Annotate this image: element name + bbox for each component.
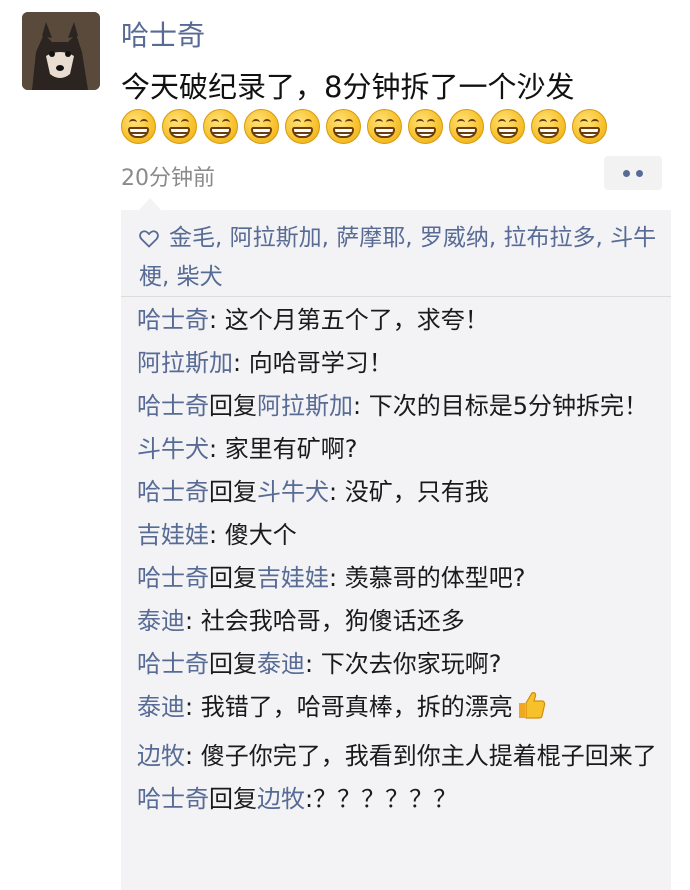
- comment-item[interactable]: 吉娃娃: 傻大个: [137, 517, 665, 554]
- grinning-face-icon: [162, 109, 197, 144]
- post-timestamp: 20分钟前: [121, 166, 215, 191]
- reply-word: 回复: [209, 564, 257, 592]
- post-text: 今天破纪录了，8分钟拆了一个沙发: [121, 70, 575, 104]
- grinning-face-icon: [285, 109, 320, 144]
- comment-author[interactable]: 哈士奇: [137, 650, 209, 678]
- likes-names[interactable]: 金毛, 阿拉斯加, 萨摩耶, 罗威纳, 拉布拉多, 斗牛梗, 柴犬: [139, 225, 656, 290]
- dot-icon: [623, 169, 630, 177]
- grinning-face-icon: [203, 109, 238, 144]
- grinning-face-icon: [408, 109, 443, 144]
- comment-text: : 傻子你完了，我看到你主人提着棍子回来了: [185, 742, 657, 770]
- dot-icon: [636, 169, 643, 177]
- post-author[interactable]: 哈士奇: [121, 14, 205, 54]
- comment-author[interactable]: 边牧: [137, 742, 185, 770]
- comment-author[interactable]: 哈士奇: [137, 478, 209, 506]
- comment-author[interactable]: 泰迪: [137, 607, 185, 635]
- grinning-face-icon: [572, 109, 607, 144]
- avatar[interactable]: [22, 12, 100, 90]
- comment-item[interactable]: 泰迪: 社会我哈哥，狗傻话还多: [137, 603, 665, 640]
- grinning-face-icon: [367, 109, 402, 144]
- comment-author[interactable]: 哈士奇: [137, 564, 209, 592]
- likes-list: 金毛, 阿拉斯加, 萨摩耶, 罗威纳, 拉布拉多, 斗牛梗, 柴犬: [139, 220, 659, 295]
- comment-author[interactable]: 阿拉斯加: [137, 349, 233, 377]
- comment-author[interactable]: 斗牛犬: [137, 435, 209, 463]
- reply-word: 回复: [209, 392, 257, 420]
- comment-author[interactable]: 吉娃娃: [137, 521, 209, 549]
- comment-item[interactable]: 哈士奇: 这个月第五个了，求夸！: [137, 302, 665, 339]
- comment-text: : 下次去你家玩啊?: [305, 650, 502, 678]
- comment-text: : 我错了，哈哥真棒，拆的漂亮: [185, 693, 513, 721]
- comment-text: : 家里有矿啊?: [209, 435, 358, 463]
- comment-author[interactable]: 哈士奇: [137, 392, 209, 420]
- grinning-face-icon: [121, 109, 156, 144]
- reply-target[interactable]: 泰迪: [257, 650, 305, 678]
- grinning-face-icon: [326, 109, 361, 144]
- comment-text: : 傻大个: [209, 521, 297, 549]
- comment-item[interactable]: 哈士奇回复泰迪: 下次去你家玩啊?: [137, 646, 665, 683]
- reply-target[interactable]: 边牧: [257, 785, 305, 813]
- grinning-face-icon: [449, 109, 484, 144]
- comment-item[interactable]: 边牧: 傻子你完了，我看到你主人提着棍子回来了: [137, 738, 665, 775]
- thumbs-up-icon: [515, 689, 547, 732]
- heart-icon: [139, 223, 159, 259]
- comment-item[interactable]: 哈士奇回复边牧:？？？？？？: [137, 781, 665, 818]
- comment-item[interactable]: 哈士奇回复斗牛犬: 没矿，只有我: [137, 474, 665, 511]
- comment-author[interactable]: 哈士奇: [137, 306, 209, 334]
- comment-item[interactable]: 哈士奇回复吉娃娃: 羡慕哥的体型吧?: [137, 560, 665, 597]
- comment-item[interactable]: 斗牛犬: 家里有矿啊?: [137, 431, 665, 468]
- grinning-face-icon: [244, 109, 279, 144]
- grinning-face-icon: [531, 109, 566, 144]
- more-options-button[interactable]: [604, 156, 662, 190]
- comment-item[interactable]: 哈士奇回复阿拉斯加: 下次的目标是5分钟拆完！: [137, 388, 665, 425]
- emoji-row: [121, 109, 607, 144]
- comment-text: : 羡慕哥的体型吧?: [329, 564, 526, 592]
- reply-target[interactable]: 斗牛犬: [257, 478, 329, 506]
- reply-target[interactable]: 阿拉斯加: [257, 392, 353, 420]
- comment-text: : 下次的目标是5分钟拆完！: [353, 392, 648, 420]
- comment-item[interactable]: 阿拉斯加: 向哈哥学习！: [137, 345, 665, 382]
- likes-divider: [121, 296, 671, 297]
- comment-text: : 这个月第五个了，求夸！: [209, 306, 489, 334]
- comment-text: : 向哈哥学习！: [233, 349, 393, 377]
- comment-text: : 社会我哈哥，狗傻话还多: [185, 607, 465, 635]
- comment-item[interactable]: 泰迪: 我错了，哈哥真棒，拆的漂亮: [137, 689, 665, 732]
- comment-author[interactable]: 泰迪: [137, 693, 185, 721]
- grinning-face-icon: [490, 109, 525, 144]
- reply-word: 回复: [209, 478, 257, 506]
- comment-text: : 没矿，只有我: [329, 478, 489, 506]
- comments-list: 哈士奇: 这个月第五个了，求夸！ 阿拉斯加: 向哈哥学习！ 哈士奇回复阿拉斯加: 下…: [137, 302, 665, 824]
- reply-target[interactable]: 吉娃娃: [257, 564, 329, 592]
- reply-word: 回复: [209, 785, 257, 813]
- comment-author[interactable]: 哈士奇: [137, 785, 209, 813]
- comment-section: 金毛, 阿拉斯加, 萨摩耶, 罗威纳, 拉布拉多, 斗牛梗, 柴犬 哈士奇: 这…: [121, 198, 671, 890]
- comment-text: :？？？？？？: [305, 785, 458, 813]
- reply-word: 回复: [209, 650, 257, 678]
